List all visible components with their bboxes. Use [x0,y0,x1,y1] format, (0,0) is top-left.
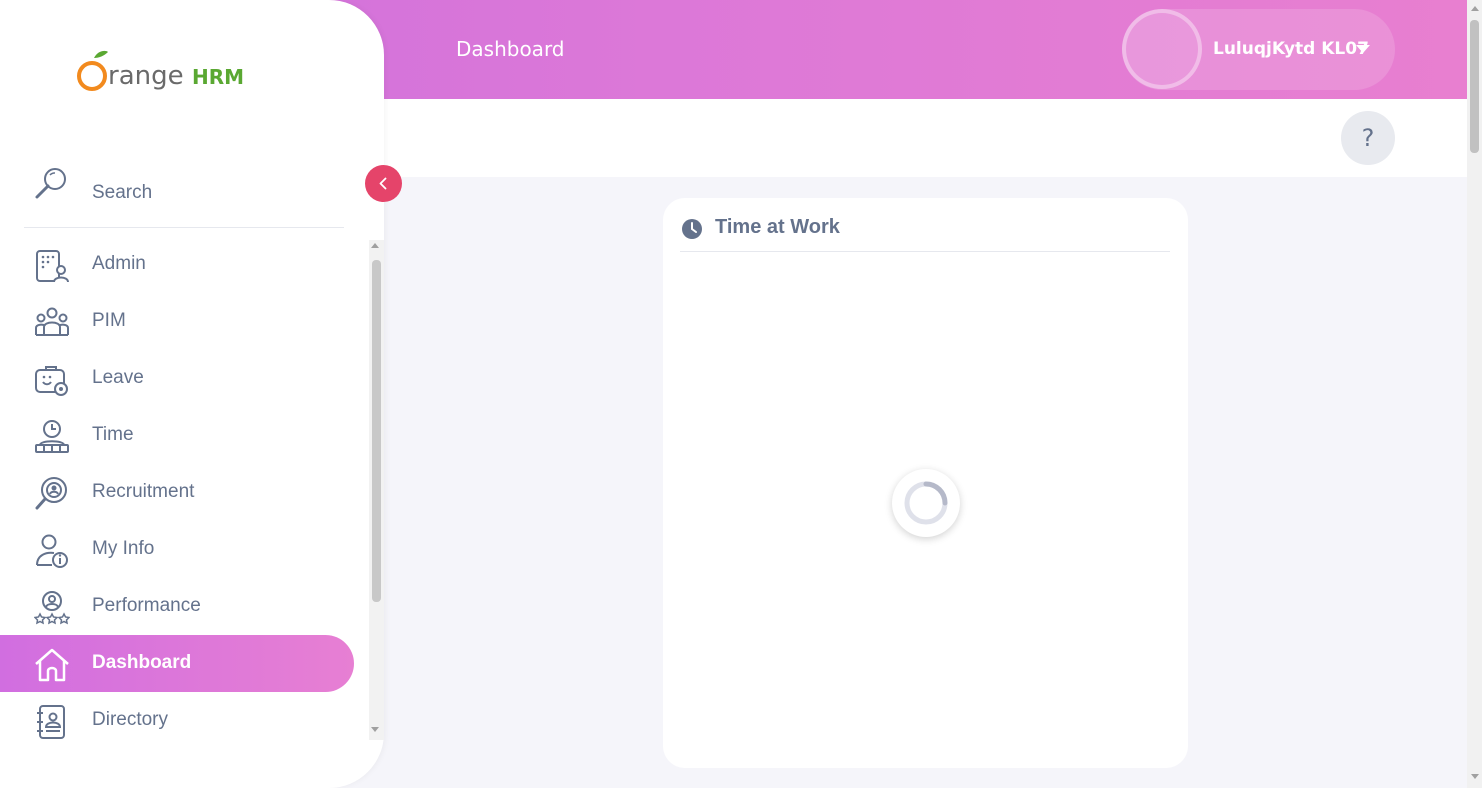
sidebar-item-label: PIM [92,310,126,331]
search-placeholder: Search [92,182,153,203]
scroll-down-icon[interactable] [371,727,379,732]
sidebar-item-label: My Info [92,538,155,559]
scroll-down-icon[interactable] [1471,774,1479,779]
svg-text:HRM: HRM [192,65,244,89]
sidebar-item-time[interactable]: Time [0,407,354,464]
sidebar-item-label: Directory [92,709,169,730]
my-info-icon [34,533,70,569]
chevron-left-icon [379,177,387,190]
sidebar-item-performance[interactable]: Performance [0,578,354,635]
search-icon [34,165,70,201]
widget-title: Time at Work [715,216,840,238]
leave-icon [34,362,70,398]
sidebar-item-directory[interactable]: Directory [0,692,354,749]
user-name[interactable]: LuluqjKytd KL07 [1213,39,1369,59]
clock-icon [681,218,703,240]
widget-header: Time at Work [680,214,1170,252]
help-button[interactable]: ? [1341,111,1395,165]
sidebar-item-label: Recruitment [92,481,195,502]
sidebar-item-pim[interactable]: PIM [0,293,354,350]
page-title: Dashboard [456,37,565,61]
home-icon [34,647,70,683]
sidebar-item-recruitment[interactable]: Recruitment [0,464,354,521]
sidebar-search[interactable]: Search [24,160,344,228]
sidebar-collapse-button[interactable] [365,165,402,202]
scroll-up-icon[interactable] [1471,6,1479,11]
sidebar: range HRM Search Admin PIM Leave Time Re… [0,0,384,788]
sidebar-item-dashboard[interactable]: Dashboard [0,635,354,692]
sidebar-item-label: Dashboard [92,652,192,673]
avatar[interactable] [1122,9,1202,89]
scroll-up-icon[interactable] [371,243,379,248]
performance-icon [33,590,71,626]
svg-text:range: range [108,61,184,91]
time-icon [34,419,70,455]
sidebar-item-label: Leave [92,367,144,388]
loading-spinner [892,469,960,537]
sidebar-item-admin[interactable]: Admin [0,236,354,293]
sidebar-item-label: Performance [92,595,201,616]
sidebar-item-label: Time [92,424,134,445]
sidebar-item-my-info[interactable]: My Info [0,521,354,578]
sidebar-item-label: Admin [92,253,146,274]
sidebar-item-leave[interactable]: Leave [0,350,354,407]
pim-icon [34,305,70,341]
orangehrm-logo[interactable]: range HRM [72,46,252,102]
recruitment-icon [34,476,70,512]
window-scrollbar-thumb[interactable] [1470,20,1479,153]
sidebar-scrollbar-thumb[interactable] [372,260,381,602]
admin-icon [34,248,70,284]
directory-icon [34,704,70,740]
caret-down-icon[interactable] [1356,45,1370,53]
